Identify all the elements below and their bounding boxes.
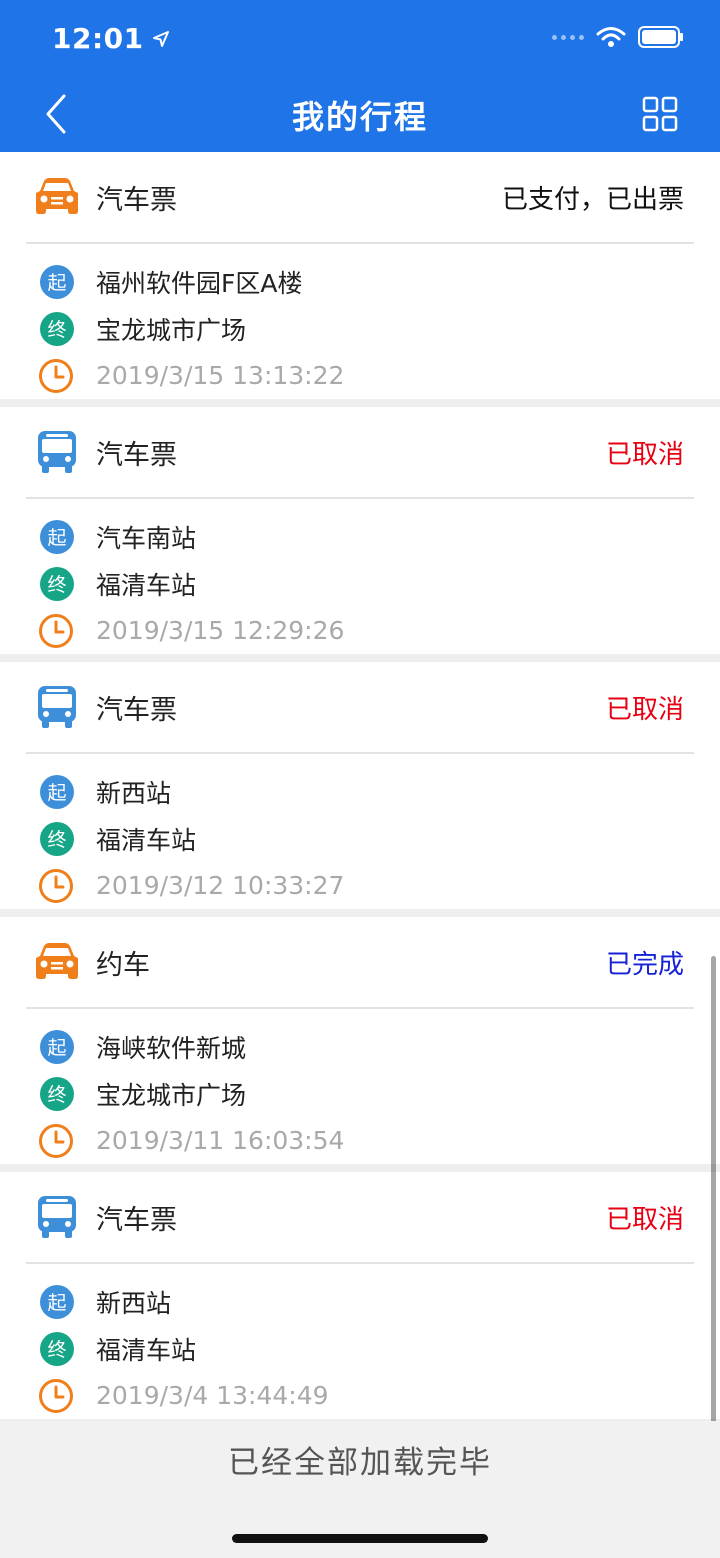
trip-card-header: 约车 已完成 [26, 917, 694, 1009]
trip-card[interactable]: 约车 已完成起海峡软件新城终宝龙城市广场 2019/3/11 16:03:54 [0, 917, 720, 1164]
trip-end-row: 终福清车站 [26, 560, 694, 607]
clock-icon [39, 1378, 73, 1413]
trip-time-row: 2019/3/15 12:29:26 [26, 607, 694, 654]
load-complete-text: 已经全部加载完毕 [228, 1445, 492, 1481]
start-badge: 起 [40, 519, 74, 554]
trip-type-label: 汽车票 [96, 184, 177, 216]
trip-type-label: 汽车票 [96, 694, 177, 726]
start-badge: 起 [40, 774, 74, 809]
trip-card-body: 起新西站终福清车站 2019/3/4 13:44:49 [26, 1264, 694, 1419]
trip-type-label: 汽车票 [96, 1204, 177, 1236]
end-badge: 终 [40, 566, 74, 601]
trip-end-location: 福清车站 [96, 570, 197, 600]
trip-status: 已支付，已出票 [501, 184, 684, 215]
clock-icon-wrap [38, 613, 74, 649]
trip-time-row: 2019/3/12 10:33:27 [26, 862, 694, 909]
trip-end-location: 宝龙城市广场 [96, 1080, 247, 1110]
bus-icon [38, 431, 76, 473]
trip-card-body: 起汽车南站终福清车站 2019/3/15 12:29:26 [26, 499, 694, 654]
trip-end-location: 福清车站 [96, 1335, 197, 1365]
trip-card-body: 起福州软件园F区A楼终宝龙城市广场 2019/3/15 13:13:22 [26, 244, 694, 399]
cell-signal-icon [552, 34, 584, 40]
trip-time-row: 2019/3/15 13:13:22 [26, 352, 694, 399]
battery-icon [638, 26, 683, 48]
trip-end-location: 福清车站 [96, 825, 197, 855]
status-time: 12:01 [52, 22, 170, 55]
trip-start-row: 起新西站 [26, 768, 694, 815]
trip-time-row: 2019/3/4 13:44:49 [26, 1372, 694, 1419]
trip-type-icon [34, 174, 80, 220]
trip-time-row: 2019/3/11 16:03:54 [26, 1117, 694, 1164]
trip-status: 已取消 [605, 694, 684, 725]
home-indicator[interactable] [232, 1534, 488, 1543]
trip-card-header: 汽车票 已支付，已出票 [26, 152, 694, 244]
trip-card[interactable]: 汽车票 已取消起新西站终福清车站 2019/3/4 13:44:49 [0, 1172, 720, 1419]
trip-start-row: 起新西站 [26, 1278, 694, 1325]
trip-card-body: 起海峡软件新城终宝龙城市广场 2019/3/11 16:03:54 [26, 1009, 694, 1164]
trip-status: 已完成 [605, 949, 684, 980]
trip-status: 已取消 [605, 439, 684, 470]
status-indicators [552, 26, 684, 48]
trip-card[interactable]: 汽车票 已支付，已出票起福州软件园F区A楼终宝龙城市广场 2019/3/15 13:… [0, 152, 720, 399]
trip-type-icon [34, 429, 80, 475]
trip-start-location: 福州软件园F区A楼 [96, 268, 303, 298]
wifi-icon [596, 27, 626, 47]
trip-card[interactable]: 汽车票 已取消起汽车南站终福清车站 2019/3/15 12:29:26 [0, 407, 720, 654]
trip-start-row: 起福州软件园F区A楼 [26, 258, 694, 305]
trip-card-header: 汽车票 已取消 [26, 407, 694, 499]
clock-icon [39, 1123, 73, 1158]
trip-datetime: 2019/3/15 13:13:22 [96, 361, 345, 390]
trip-type-icon [34, 684, 80, 730]
car-icon [36, 178, 78, 214]
trip-card-header: 汽车票 已取消 [26, 662, 694, 754]
trip-start-location: 新西站 [96, 1288, 172, 1318]
trip-type-icon [34, 939, 80, 985]
clock-icon-wrap [38, 1378, 74, 1414]
car-icon [36, 943, 78, 979]
trip-end-row: 终宝龙城市广场 [26, 305, 694, 352]
clock-icon-wrap [38, 358, 74, 394]
trip-card-header: 汽车票 已取消 [26, 1172, 694, 1264]
trip-card-body: 起新西站终福清车站 2019/3/12 10:33:27 [26, 754, 694, 909]
clock-icon-wrap [38, 868, 74, 904]
trip-type-label: 汽车票 [96, 439, 177, 471]
trip-start-row: 起海峡软件新城 [26, 1023, 694, 1070]
bus-icon [38, 686, 76, 728]
start-badge: 起 [40, 1284, 74, 1319]
trip-start-location: 海峡软件新城 [96, 1033, 247, 1063]
location-arrow-icon [152, 30, 169, 47]
app-header: 12:01 我的行程 [0, 0, 720, 152]
clock-icon [39, 613, 73, 648]
start-badge: 起 [40, 264, 74, 299]
clock-icon-wrap [38, 1123, 74, 1159]
trip-datetime: 2019/3/15 12:29:26 [96, 616, 345, 645]
end-badge: 终 [40, 1331, 74, 1366]
trip-end-row: 终福清车站 [26, 815, 694, 862]
bus-icon [38, 1196, 76, 1238]
trip-end-location: 宝龙城市广场 [96, 315, 247, 345]
grid-scan-icon [642, 96, 678, 132]
trip-end-row: 终宝龙城市广场 [26, 1070, 694, 1117]
trip-type-label: 约车 [96, 949, 150, 981]
end-badge: 终 [40, 1076, 74, 1111]
trip-type-icon [34, 1194, 80, 1240]
trip-card[interactable]: 汽车票 已取消起新西站终福清车站 2019/3/12 10:33:27 [0, 662, 720, 909]
clock-icon [39, 358, 73, 393]
trip-start-location: 汽车南站 [96, 523, 197, 553]
trip-status: 已取消 [605, 1204, 684, 1235]
end-badge: 终 [40, 821, 74, 856]
start-badge: 起 [40, 1029, 74, 1064]
scan-button[interactable] [642, 96, 678, 132]
trip-list: 汽车票 已支付，已出票起福州软件园F区A楼终宝龙城市广场 2019/3/15 13:… [0, 152, 720, 1427]
clock-icon [39, 868, 73, 903]
trip-end-row: 终福清车站 [26, 1325, 694, 1372]
trip-datetime: 2019/3/4 13:44:49 [96, 1381, 329, 1410]
end-badge: 终 [40, 311, 74, 346]
trip-start-location: 新西站 [96, 778, 172, 808]
trip-start-row: 起汽车南站 [26, 513, 694, 560]
trip-datetime: 2019/3/12 10:33:27 [96, 871, 345, 900]
trip-datetime: 2019/3/11 16:03:54 [96, 1126, 345, 1155]
status-time-text: 12:01 [52, 22, 144, 55]
page-title: 我的行程 [291, 98, 428, 136]
